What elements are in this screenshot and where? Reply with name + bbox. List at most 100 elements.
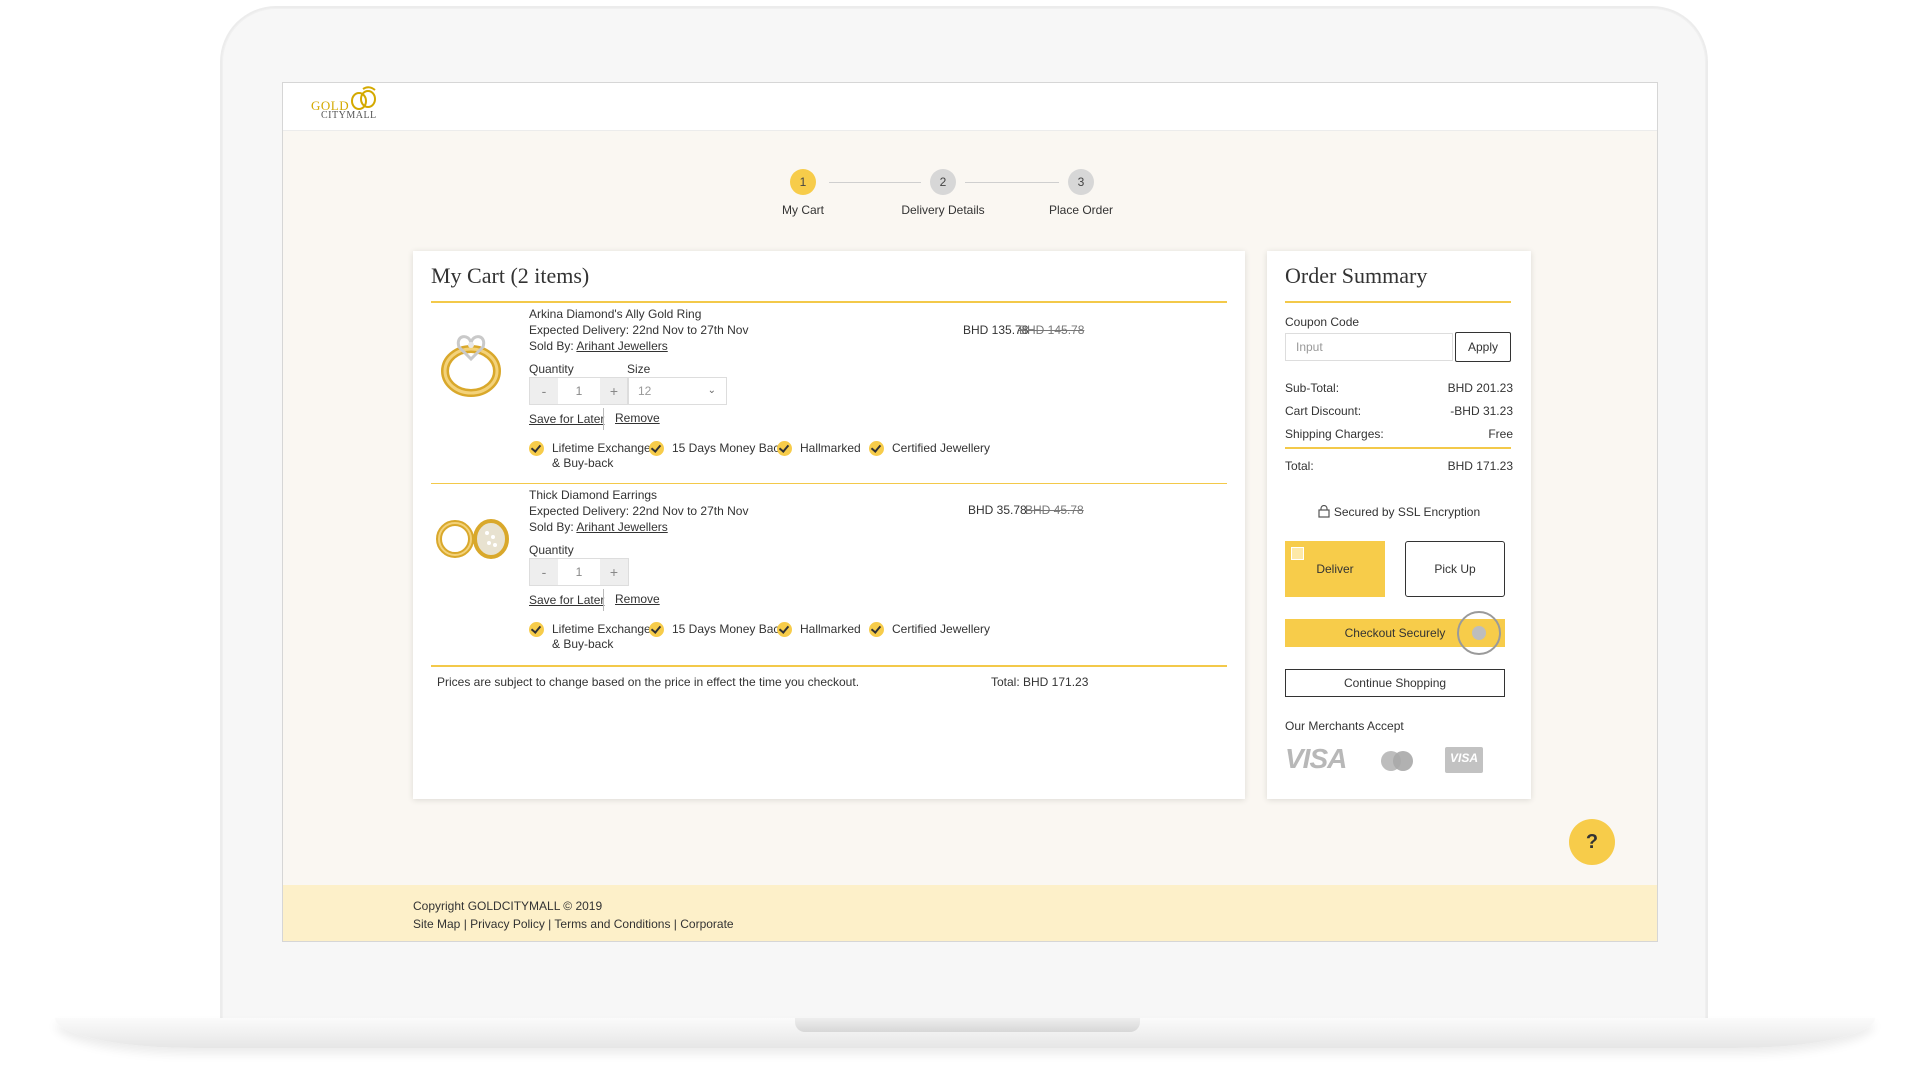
badge-money-back: 15 Days Money Back bbox=[649, 441, 785, 456]
badge-certified: Certified Jewellery bbox=[869, 622, 990, 637]
check-icon bbox=[777, 441, 792, 456]
check-icon bbox=[777, 622, 792, 637]
delivery-label: Expected Delivery: bbox=[529, 323, 630, 337]
total-label: Total: bbox=[1285, 459, 1314, 473]
badge-text: 15 Days Money Back bbox=[672, 441, 786, 455]
badge-money-back: 15 Days Money Back bbox=[649, 622, 785, 637]
step-label: My Cart bbox=[782, 203, 824, 217]
footer: Copyright GOLDCITYMALL © 2019 Site Map |… bbox=[283, 885, 1657, 941]
copyright-text: Copyright GOLDCITYMALL © 2019 bbox=[413, 899, 603, 913]
product-name[interactable]: Arkina Diamond's Ally Gold Ring bbox=[529, 307, 701, 321]
seller-link[interactable]: Arihant Jewellers bbox=[576, 339, 667, 353]
deliver-option[interactable]: Deliver bbox=[1285, 541, 1385, 597]
quantity-value[interactable]: 1 bbox=[558, 559, 600, 585]
expected-delivery: Expected Delivery: 22nd Nov to 27th Nov bbox=[529, 323, 748, 337]
item-divider bbox=[431, 483, 1227, 484]
step-delivery-details[interactable]: 2 Delivery Details bbox=[883, 169, 1003, 217]
badge-text: & Buy-back bbox=[552, 637, 614, 651]
check-icon bbox=[649, 441, 664, 456]
step-label: Place Order bbox=[1048, 203, 1114, 217]
pickup-option[interactable]: Pick Up bbox=[1405, 541, 1505, 597]
quantity-stepper: - 1 + bbox=[529, 377, 629, 405]
apply-coupon-button[interactable]: Apply bbox=[1455, 332, 1511, 362]
size-value: 12 bbox=[638, 384, 652, 398]
summary-divider bbox=[1285, 447, 1511, 449]
discount-value: -BHD 31.23 bbox=[1450, 404, 1513, 418]
merchants-accept-label: Our Merchants Accept bbox=[1285, 719, 1404, 733]
check-icon bbox=[529, 622, 544, 637]
subtotal-value: BHD 201.23 bbox=[1447, 381, 1513, 395]
quantity-label: Quantity bbox=[529, 362, 574, 376]
logo-rings-icon bbox=[351, 86, 376, 110]
continue-shopping-button[interactable]: Continue Shopping bbox=[1285, 669, 1505, 697]
size-label: Size bbox=[627, 362, 651, 376]
step-number: 1 bbox=[790, 169, 816, 195]
mastercard-logo-icon bbox=[1381, 751, 1413, 771]
quantity-plus-button[interactable]: + bbox=[600, 378, 628, 404]
badge-lifetime-exchange: Lifetime Exchange & Buy-back bbox=[529, 441, 651, 471]
subtotal-label: Sub-Total: bbox=[1285, 381, 1340, 395]
step-my-cart[interactable]: 1 My Cart bbox=[743, 169, 863, 217]
badge-hallmarked: Hallmarked bbox=[777, 441, 861, 456]
ssl-text: Secured by SSL Encryption bbox=[1333, 505, 1481, 519]
cart-total: Total: BHD 171.23 bbox=[991, 675, 1089, 689]
badge-text: & Buy-back bbox=[552, 456, 614, 470]
expected-delivery: Expected Delivery: 22nd Nov to 27th Nov bbox=[529, 504, 748, 518]
check-icon bbox=[869, 622, 884, 637]
cart-footer-divider bbox=[431, 665, 1227, 667]
shipping-value: Free bbox=[1488, 427, 1513, 441]
cart-title-underline bbox=[431, 301, 1227, 303]
badge-lifetime-exchange: Lifetime Exchange & Buy-back bbox=[529, 622, 651, 652]
price-disclaimer: Prices are subject to change based on th… bbox=[437, 675, 860, 689]
browser-screen: GOLD CITYMALL 1 My Cart 2 Delivery Detai… bbox=[282, 82, 1658, 942]
sold-by-label: Sold By: bbox=[529, 339, 574, 353]
link-separator bbox=[603, 589, 604, 611]
deliver-label: Deliver bbox=[1316, 562, 1354, 576]
ssl-note: Secured by SSL Encryption bbox=[1267, 504, 1531, 519]
save-for-later-link[interactable]: Save for Later bbox=[529, 412, 604, 426]
order-summary-card: Order Summary Coupon Code Input Apply Su… bbox=[1267, 251, 1531, 799]
lock-icon bbox=[1318, 504, 1330, 518]
laptop-notch bbox=[795, 1018, 1140, 1032]
quantity-label: Quantity bbox=[529, 543, 574, 557]
top-bar: GOLD CITYMALL bbox=[283, 83, 1657, 131]
quantity-minus-button[interactable]: - bbox=[530, 559, 558, 585]
product-name[interactable]: Thick Diamond Earrings bbox=[529, 488, 657, 502]
gold-ring-icon[interactable] bbox=[429, 321, 519, 403]
gold-earrings-icon[interactable] bbox=[429, 499, 519, 581]
remove-link[interactable]: Remove bbox=[615, 411, 660, 425]
footer-links[interactable]: Site Map | Privacy Policy | Terms and Co… bbox=[413, 917, 734, 931]
goldcitymall-logo[interactable]: GOLD CITYMALL bbox=[311, 86, 389, 128]
size-select[interactable]: 12 ⌄ bbox=[627, 377, 727, 405]
save-for-later-link[interactable]: Save for Later bbox=[529, 593, 604, 607]
total-value: BHD 171.23 bbox=[1447, 459, 1513, 473]
seller-link[interactable]: Arihant Jewellers bbox=[576, 520, 667, 534]
step-place-order[interactable]: 3 Place Order bbox=[1021, 169, 1141, 217]
badge-text: Lifetime Exchange bbox=[552, 622, 651, 636]
step-number: 2 bbox=[930, 169, 956, 195]
delivery-value: 22nd Nov to 27th Nov bbox=[632, 504, 749, 518]
link-separator bbox=[603, 408, 604, 430]
help-button[interactable]: ? bbox=[1569, 819, 1615, 865]
product-old-price: BHD 45.78 bbox=[1025, 503, 1084, 517]
remove-link[interactable]: Remove bbox=[615, 592, 660, 606]
cart-card: My Cart (2 items) Arkina Diamond's Ally … bbox=[413, 251, 1245, 799]
discount-label: Cart Discount: bbox=[1285, 404, 1362, 418]
quantity-minus-button[interactable]: - bbox=[530, 378, 558, 404]
delivery-value: 22nd Nov to 27th Nov bbox=[632, 323, 749, 337]
coupon-input[interactable]: Input bbox=[1285, 333, 1453, 361]
quantity-value[interactable]: 1 bbox=[558, 378, 600, 404]
order-summary-title: Order Summary bbox=[1285, 263, 1428, 288]
sold-by: Sold By: Arihant Jewellers bbox=[529, 520, 668, 534]
sold-by: Sold By: Arihant Jewellers bbox=[529, 339, 668, 353]
quantity-plus-button[interactable]: + bbox=[600, 559, 628, 585]
cursor-dot-icon bbox=[1472, 626, 1486, 640]
badge-text: Hallmarked bbox=[800, 622, 861, 636]
product-old-price: BHD 145.78 bbox=[1019, 323, 1085, 337]
checkbox-icon bbox=[1291, 547, 1304, 560]
badge-text: Hallmarked bbox=[800, 441, 861, 455]
badge-text: Lifetime Exchange bbox=[552, 441, 651, 455]
checkout-stepper: 1 My Cart 2 Delivery Details 3 Place Ord… bbox=[743, 169, 1143, 219]
check-icon bbox=[649, 622, 664, 637]
badge-certified: Certified Jewellery bbox=[869, 441, 990, 456]
